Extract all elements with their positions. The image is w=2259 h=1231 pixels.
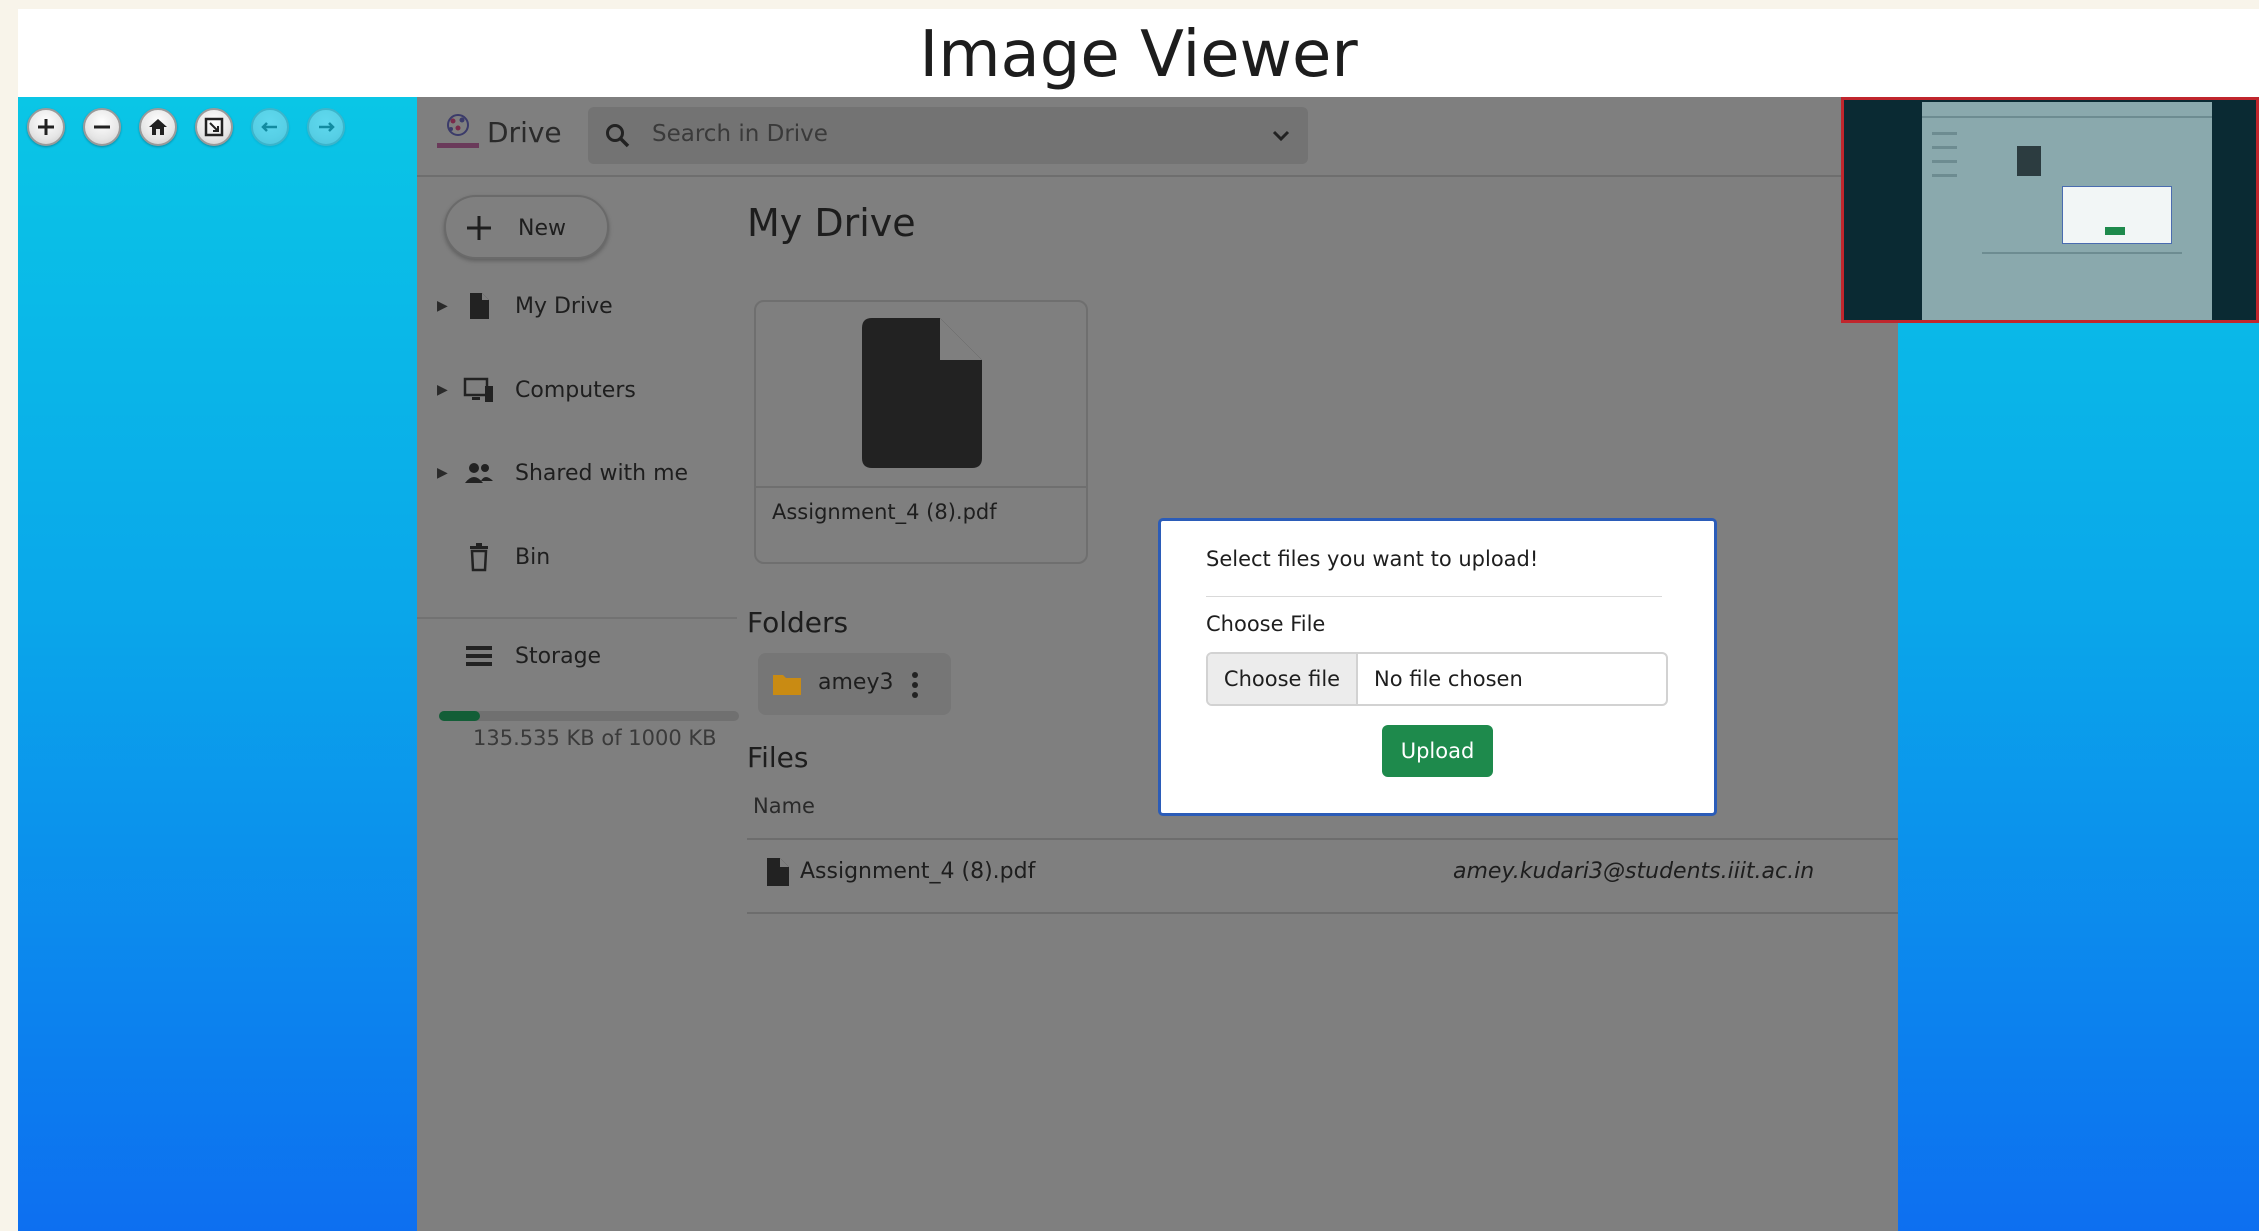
sidebar-item-label: Storage xyxy=(515,643,602,669)
column-header-name[interactable]: Name xyxy=(753,794,815,818)
new-button-label: New xyxy=(518,216,566,241)
sidebar-item-bin[interactable]: ▶ Bin xyxy=(437,537,550,577)
people-icon xyxy=(465,463,493,483)
sidebar-item-computers[interactable]: ▶ Computers xyxy=(437,370,636,410)
sidebar-item-label: Shared with me xyxy=(515,460,689,486)
fullscreen-icon[interactable] xyxy=(195,108,233,146)
storage-usage-text: 135.535 KB of 1000 KB xyxy=(473,726,717,750)
chevron-down-icon[interactable] xyxy=(1270,124,1292,146)
sidebar-item-label: Computers xyxy=(515,377,636,403)
sidebar-item-my-drive[interactable]: ▶ My Drive xyxy=(437,286,613,326)
recent-file-name: Assignment_4 (8).pdf xyxy=(772,500,997,524)
logo-icon xyxy=(437,114,479,148)
choose-file-label: Choose File xyxy=(1206,612,1326,636)
search-icon xyxy=(606,124,630,148)
navigator-minimap[interactable] xyxy=(1841,97,2259,323)
search-bar[interactable]: Search in Drive xyxy=(588,107,1308,164)
previous-icon[interactable] xyxy=(251,108,289,146)
next-icon[interactable] xyxy=(307,108,345,146)
mini-nav xyxy=(1932,174,1957,177)
search-input[interactable]: Search in Drive xyxy=(652,121,828,147)
mini-file-icon xyxy=(2017,146,2041,176)
folders-heading: Folders xyxy=(747,606,849,639)
sidebar-item-label: My Drive xyxy=(515,293,613,319)
file-icon xyxy=(767,858,789,886)
plus-icon xyxy=(467,216,491,240)
more-vert-icon[interactable] xyxy=(910,671,920,699)
files-heading: Files xyxy=(747,741,809,774)
table-divider xyxy=(747,912,1898,914)
caret-right-icon[interactable]: ▶ xyxy=(437,465,451,481)
choose-file-button[interactable]: Choose file xyxy=(1208,654,1358,704)
mini-nav xyxy=(1932,160,1957,163)
upload-button[interactable]: Upload xyxy=(1382,725,1493,777)
navigator-thumbnail xyxy=(1922,102,2212,320)
mini-nav xyxy=(1932,132,1957,135)
home-icon[interactable] xyxy=(139,108,177,146)
sidebar-item-label: Bin xyxy=(515,544,551,570)
page-title: My Drive xyxy=(747,201,916,245)
sidebar-item-storage[interactable]: ▶ Storage xyxy=(437,636,601,676)
file-icon xyxy=(470,293,489,319)
viewer-title: Image Viewer xyxy=(919,18,1358,92)
storage-progress xyxy=(439,711,739,721)
sidebar-item-shared[interactable]: ▶ Shared with me xyxy=(437,453,688,493)
folder-item[interactable]: amey3 xyxy=(758,653,951,715)
table-divider xyxy=(747,838,1898,840)
storage-icon xyxy=(466,646,492,666)
folder-icon xyxy=(773,675,801,695)
mini-nav xyxy=(1932,146,1957,149)
new-button[interactable]: New xyxy=(444,195,609,259)
table-row-owner: amey.kudari3@students.iiit.ac.in xyxy=(1453,859,1815,884)
mini-modal xyxy=(2062,186,2172,244)
mini-upload xyxy=(2105,227,2125,235)
sidebar-divider xyxy=(417,617,737,619)
caret-right-icon[interactable]: ▶ xyxy=(437,382,451,398)
zoom-out-icon[interactable] xyxy=(83,108,121,146)
table-row-file-name[interactable]: Assignment_4 (8).pdf xyxy=(800,859,1035,884)
file-icon xyxy=(862,318,982,468)
zoom-in-icon[interactable] xyxy=(27,108,65,146)
folder-name: amey3 xyxy=(818,670,894,695)
computer-icon xyxy=(463,377,493,402)
upload-modal: Select files you want to upload! Choose … xyxy=(1158,518,1717,816)
recent-file-card[interactable]: Assignment_4 (8).pdf xyxy=(754,300,1088,564)
viewer-toolbar xyxy=(27,108,345,146)
viewer-canvas[interactable]: Drive Search in Drive New ▶ My Drive ▶ C… xyxy=(18,97,2259,1231)
caret-right-icon[interactable]: ▶ xyxy=(437,298,451,314)
drive-brand: Drive xyxy=(487,116,562,149)
trash-icon xyxy=(470,543,488,572)
file-input-status: No file chosen xyxy=(1374,667,1523,691)
mini-row xyxy=(1982,252,2182,254)
modal-divider xyxy=(1206,596,1662,597)
viewer-window: Image Viewer Drive Search in Drive New ▶… xyxy=(18,9,2259,1231)
drive-topbar: Drive Search in Drive xyxy=(417,97,1898,177)
modal-title: Select files you want to upload! xyxy=(1206,547,1539,571)
card-divider xyxy=(756,486,1086,488)
displayed-screenshot: Drive Search in Drive New ▶ My Drive ▶ C… xyxy=(417,97,1898,1231)
file-input[interactable]: Choose file No file chosen xyxy=(1206,652,1668,706)
storage-progress-fill xyxy=(439,711,480,721)
mini-topbar xyxy=(1922,116,2212,118)
